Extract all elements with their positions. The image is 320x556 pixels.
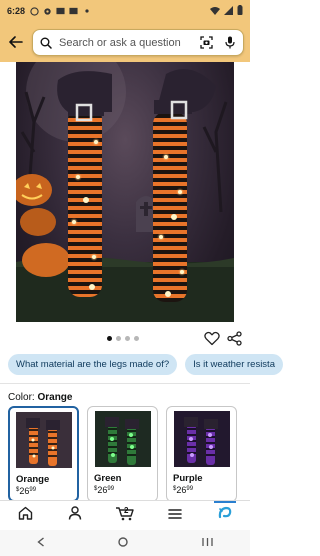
product-photo: [16, 62, 234, 322]
swatch-thumbnail: [94, 411, 151, 467]
dot-icon: [82, 7, 91, 15]
carousel-dot[interactable]: [134, 336, 139, 341]
search-icon: [39, 36, 53, 50]
question-chips: What material are the legs made of? Is i…: [8, 354, 283, 375]
swatch-purple[interactable]: Purple $2699: [166, 406, 237, 502]
swatch-thumbnail: [173, 411, 230, 467]
selected-color: Orange: [37, 392, 73, 403]
battery-icon: [237, 5, 243, 17]
question-chip[interactable]: What material are the legs made of?: [8, 354, 178, 375]
signal-icon: [224, 5, 233, 17]
mail-icon: [69, 7, 78, 15]
swatch-name: Green: [94, 473, 122, 484]
system-recents-icon[interactable]: [202, 534, 213, 552]
nav-account[interactable]: [64, 505, 86, 527]
bottom-nav: 2: [0, 500, 250, 530]
search-bar[interactable]: Search or ask a question: [32, 29, 244, 56]
wifi-icon: [210, 6, 220, 17]
cart-count: 2: [124, 505, 129, 515]
microphone-icon[interactable]: [223, 36, 237, 50]
swatch-orange[interactable]: Orange $2699: [8, 406, 79, 502]
back-arrow-icon[interactable]: [4, 30, 28, 54]
swatch-price: $2699: [16, 486, 37, 496]
mail-icon: [56, 7, 65, 15]
swatch-green[interactable]: Green $2699: [87, 406, 158, 502]
swatch-thumbnail: [15, 412, 72, 468]
carousel-dots: [107, 336, 139, 341]
product-image-carousel[interactable]: [0, 62, 250, 328]
carousel-dot[interactable]: [125, 336, 130, 341]
divider: [0, 383, 250, 384]
system-home-icon[interactable]: [118, 534, 129, 552]
question-chip[interactable]: Is it weather resista: [185, 354, 283, 375]
swatch-price: $2699: [94, 485, 115, 495]
rufus-icon: [217, 505, 233, 526]
color-label: Color: Orange: [8, 392, 72, 403]
whatsapp-icon: [30, 6, 39, 16]
nav-menu[interactable]: [164, 505, 186, 527]
nav-rufus[interactable]: [214, 500, 236, 527]
status-bar: 6:28: [0, 0, 250, 22]
heart-icon[interactable]: [204, 331, 220, 347]
search-input[interactable]: Search or ask a question: [59, 37, 199, 49]
home-icon: [18, 506, 33, 525]
share-icon[interactable]: [227, 331, 243, 347]
search-header: Search or ask a question: [0, 22, 250, 62]
swatch-name: Purple: [173, 473, 203, 484]
system-back-icon[interactable]: [37, 534, 45, 552]
settings-icon: [43, 7, 52, 15]
color-label-text: Color:: [8, 392, 35, 403]
status-time: 6:28: [7, 6, 26, 16]
carousel-dot[interactable]: [116, 336, 121, 341]
swatch-name: Orange: [16, 474, 50, 485]
account-icon: [68, 506, 82, 525]
color-swatches: Orange $2699 Green $2699 Purple $2699: [8, 406, 237, 502]
camera-scan-icon[interactable]: [199, 36, 213, 50]
system-nav-bar: [0, 530, 250, 556]
swatch-price: $2699: [173, 485, 194, 495]
carousel-dot[interactable]: [107, 336, 112, 341]
nav-cart[interactable]: 2: [114, 505, 136, 527]
nav-home[interactable]: [14, 505, 36, 527]
menu-icon: [168, 507, 182, 525]
